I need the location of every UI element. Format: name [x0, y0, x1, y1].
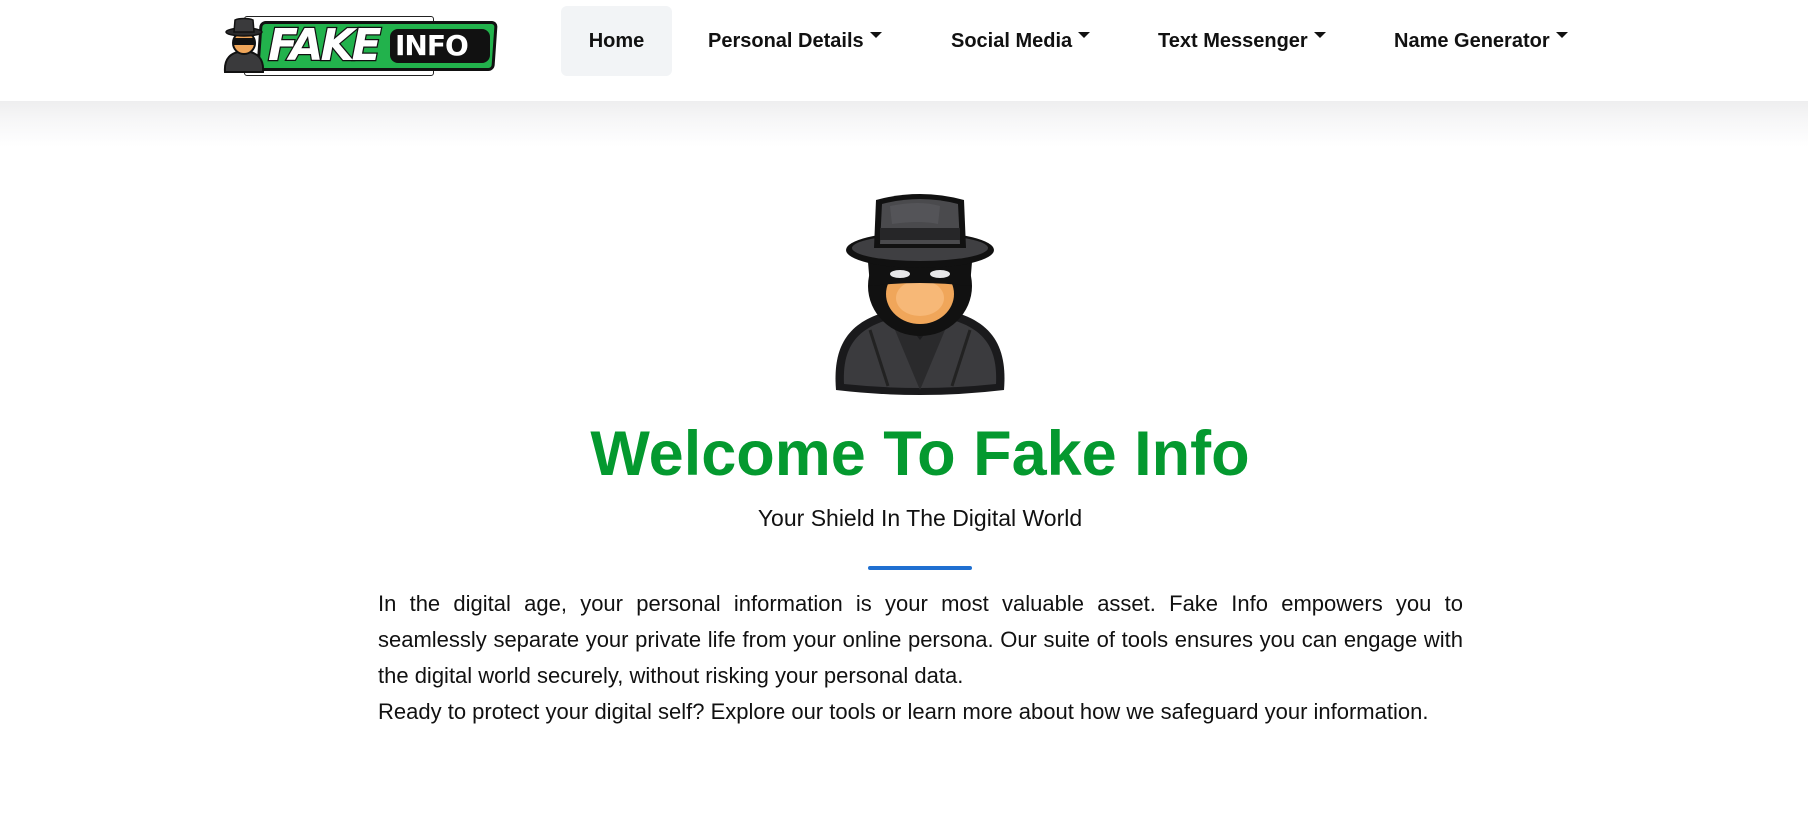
caret-down-icon	[869, 32, 882, 38]
nav-personal-details[interactable]: Personal Details	[708, 6, 882, 76]
navbar: FAKE INFO Home Personal Details Social M…	[0, 0, 1808, 101]
nav-social-media-label: Social Media	[951, 30, 1073, 52]
logo-info-text: INFO	[395, 29, 469, 62]
nav-home-label: Home	[588, 30, 645, 52]
title-divider	[868, 566, 972, 570]
site-logo[interactable]: FAKE INFO	[222, 14, 498, 78]
page-title: Welcome To Fake Info	[590, 419, 1250, 489]
spy-icon	[835, 194, 1005, 395]
intro-paragraph: In the digital age, your personal inform…	[378, 591, 1463, 688]
cta-paragraph: Ready to protect your digital self? Expl…	[378, 699, 1429, 724]
caret-down-icon	[1313, 32, 1326, 38]
logo-fake-text: FAKE	[267, 20, 383, 71]
nav-personal-details-label: Personal Details	[708, 30, 864, 52]
caret-down-icon	[1078, 32, 1091, 38]
nav-text-messenger-label: Text Messenger	[1158, 30, 1308, 52]
nav-social-media[interactable]: Social Media	[951, 6, 1091, 76]
spy-icon	[223, 17, 265, 73]
nav-home[interactable]: Home	[561, 6, 672, 76]
navbar-shadow	[0, 101, 1808, 147]
nav-text-messenger[interactable]: Text Messenger	[1158, 6, 1326, 76]
nav-name-generator[interactable]: Name Generator	[1394, 6, 1568, 76]
page-subtitle: Your Shield In The Digital World	[757, 505, 1083, 531]
nav-name-generator-label: Name Generator	[1394, 30, 1550, 52]
caret-down-icon	[1555, 32, 1568, 38]
